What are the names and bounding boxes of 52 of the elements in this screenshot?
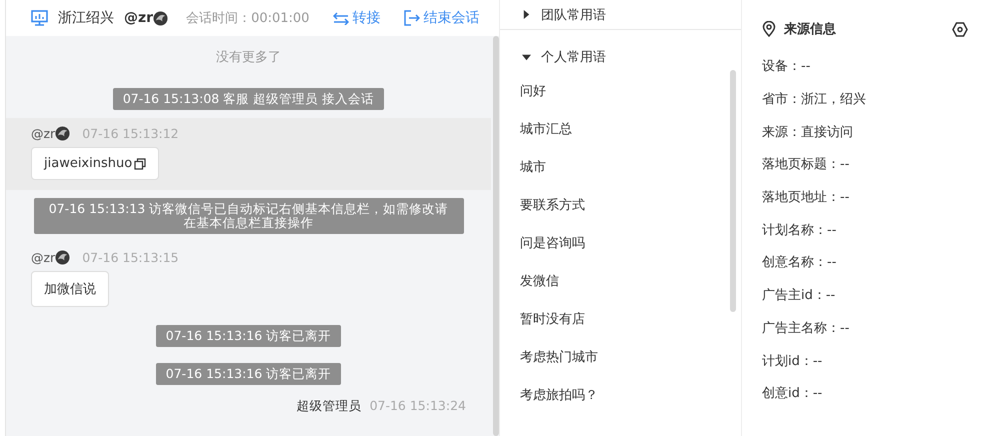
phrase-item[interactable]: 问好 xyxy=(500,72,710,110)
message-time: 07-16 15:13:24 xyxy=(370,399,466,413)
message-time: 07-16 15:13:15 xyxy=(82,250,179,265)
info-field: 省市：浙江，绍兴 xyxy=(762,82,968,116)
avatar-icon xyxy=(55,126,70,141)
message-bubble: jiaweixinshuo xyxy=(31,147,160,180)
location-pin-icon xyxy=(762,21,776,37)
info-field: 落地页标题：-- xyxy=(762,148,968,181)
exit-icon xyxy=(404,10,420,26)
phrase-item[interactable]: 发微信 xyxy=(500,262,710,300)
phrase-item[interactable]: 考虑旅拍吗？ xyxy=(500,376,710,414)
system-message: 07-16 15:13:16 访客已离开 xyxy=(156,363,342,385)
session-duration: 会话时间：00:01:00 xyxy=(186,10,310,27)
settings-icon[interactable] xyxy=(952,22,968,36)
phrase-group-header[interactable]: 团队常用语 xyxy=(500,0,741,30)
phrase-item[interactable]: 暂时没有店 xyxy=(500,300,710,338)
info-field: 创意名称：-- xyxy=(762,246,968,279)
sender-name: 超级管理员 xyxy=(296,399,362,413)
info-field: 计划名称：-- xyxy=(762,213,968,246)
avatar-icon xyxy=(55,250,70,265)
swap-arrows-icon xyxy=(333,12,350,24)
message-bubble: 加微信说 xyxy=(31,271,109,307)
info-field: 落地页地址：-- xyxy=(762,180,968,214)
system-message: 07-16 15:13:08 客服 超级管理员 接入会话 xyxy=(112,88,384,110)
sender-name: @zr xyxy=(31,250,70,265)
phrase-item[interactable]: 考虑热门城市 xyxy=(500,338,710,376)
visitor-location: 浙江绍兴 xyxy=(58,9,114,27)
phrase-item[interactable]: 要联系方式 xyxy=(500,186,710,224)
message-time: 07-16 15:13:12 xyxy=(82,126,179,141)
phrase-item[interactable]: 城市 xyxy=(500,148,710,186)
caret-down-icon xyxy=(522,52,531,62)
phrase-item[interactable]: 问是咨询吗 xyxy=(500,224,710,262)
info-field: 广告主id：-- xyxy=(762,278,968,312)
info-field: 创意id：-- xyxy=(762,376,968,410)
avatar-icon xyxy=(153,10,168,26)
scrollbar[interactable] xyxy=(730,70,736,312)
visitor-name: @zr xyxy=(124,10,168,26)
sender-name: @zr xyxy=(31,126,70,141)
info-field: 来源：直接访问 xyxy=(762,115,968,148)
phrase-item[interactable]: 城市汇总 xyxy=(500,110,710,148)
info-field: 广告主名称：-- xyxy=(762,312,968,344)
system-message: 07-16 15:13:16 访客已离开 xyxy=(156,325,342,347)
no-more-notice: 没有更多了 xyxy=(216,49,281,66)
caret-right-icon xyxy=(522,10,531,19)
info-field: 计划id：-- xyxy=(762,344,968,377)
phrase-group-header[interactable]: 个人常用语 xyxy=(500,42,741,72)
monitor-icon xyxy=(31,10,48,26)
panel-title: 来源信息 xyxy=(784,21,837,38)
system-message: 07-16 15:13:13 访客微信号已自动标记右侧基本信息栏，如需修改请在基本信息栏直接操作 xyxy=(34,198,464,234)
info-field: 设备：-- xyxy=(762,50,968,83)
scrollbar[interactable] xyxy=(493,36,499,436)
copy-icon[interactable] xyxy=(134,158,146,170)
